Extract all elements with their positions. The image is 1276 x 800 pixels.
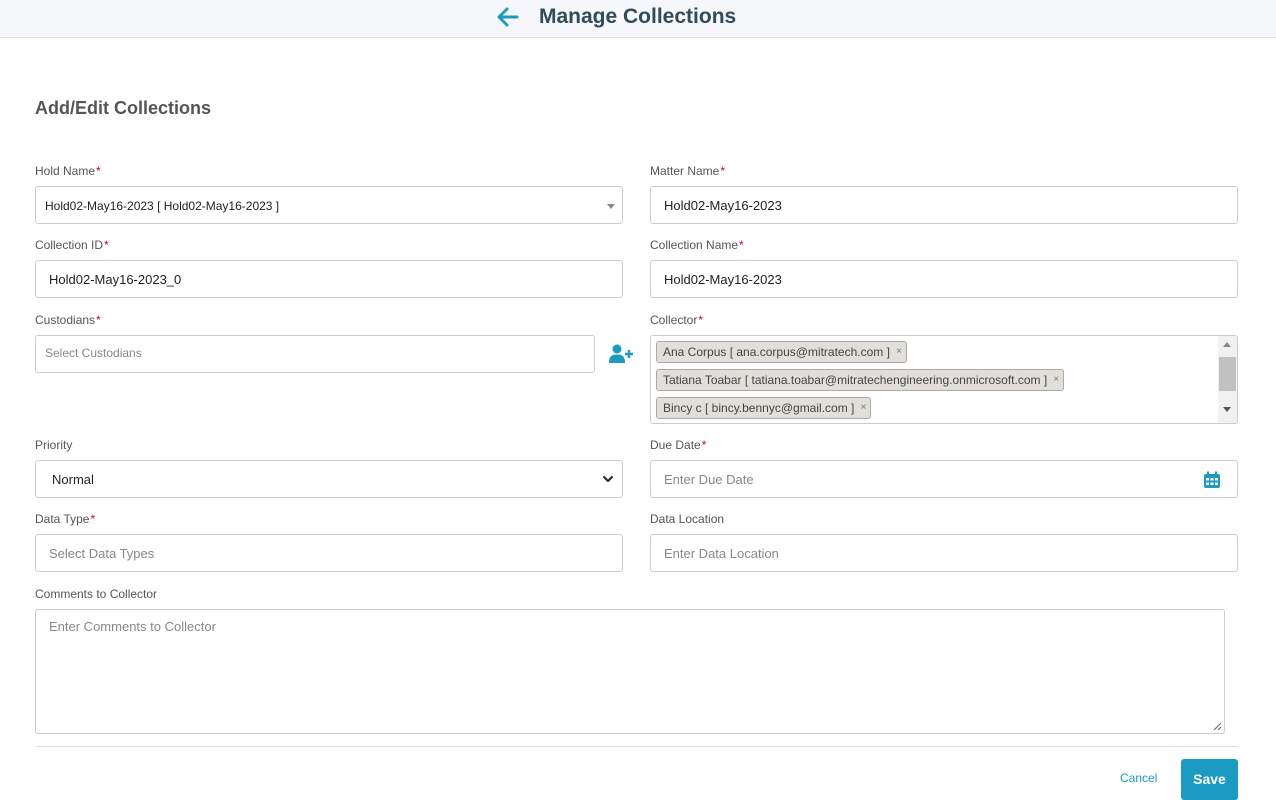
scroll-thumb[interactable] <box>1219 357 1236 391</box>
data-location-placeholder: Enter Data Location <box>664 546 779 561</box>
priority-value: Normal <box>52 472 94 487</box>
scroll-up-icon[interactable] <box>1223 342 1231 347</box>
chip-label: Ana Corpus [ ana.corpus@mitratech.com ] <box>663 345 890 359</box>
matter-name-label: Matter Name* <box>650 164 726 178</box>
collector-multiselect[interactable]: Ana Corpus [ ana.corpus@mitratech.com ] … <box>650 335 1238 424</box>
data-type-placeholder: Select Data Types <box>49 546 155 561</box>
comments-textarea[interactable]: Enter Comments to Collector <box>35 609 1225 734</box>
chip-label: Tatiana Toabar [ tatiana.toabar@mitratec… <box>663 373 1048 387</box>
data-type-label: Data Type* <box>35 512 96 526</box>
custodians-placeholder: Select Custodians <box>45 346 142 360</box>
cancel-button[interactable]: Cancel <box>1120 771 1157 785</box>
page-title: Manage Collections <box>539 5 737 28</box>
hold-name-value: Hold02-May16-2023 [ Hold02-May16-2023 ] <box>45 199 280 213</box>
priority-label: Priority <box>35 438 73 452</box>
chevron-down-icon <box>603 476 613 482</box>
collector-scrollbar[interactable] <box>1218 336 1237 423</box>
custodians-select[interactable]: Select Custodians <box>35 335 595 373</box>
custodians-label: Custodians* <box>35 313 101 327</box>
data-location-field[interactable]: Enter Data Location <box>650 534 1238 572</box>
comments-placeholder: Enter Comments to Collector <box>49 619 216 634</box>
chip-remove-icon[interactable]: × <box>861 398 867 418</box>
chip-remove-icon[interactable]: × <box>896 342 902 362</box>
matter-name-field[interactable]: Hold02-May16-2023 <box>650 186 1238 224</box>
collector-chip: Bincy c [ bincy.bennyc@gmail.com ] × <box>656 397 872 419</box>
chip-remove-icon[interactable]: × <box>1053 370 1059 390</box>
collector-chip: Tatiana Toabar [ tatiana.toabar@mitratec… <box>656 369 1065 391</box>
priority-select[interactable]: Normal <box>35 460 623 498</box>
collection-name-field[interactable]: Hold02-May16-2023 <box>650 260 1238 298</box>
collection-name-value: Hold02-May16-2023 <box>664 272 782 287</box>
collection-name-label: Collection Name* <box>650 238 744 252</box>
form-title: Add/Edit Collections <box>35 98 212 118</box>
collection-id-field[interactable]: Hold02-May16-2023_0 <box>35 260 623 298</box>
data-type-select[interactable]: Select Data Types <box>35 534 623 572</box>
collector-chip: Ana Corpus [ ana.corpus@mitratech.com ] … <box>656 341 907 363</box>
collection-id-value: Hold02-May16-2023_0 <box>49 272 182 287</box>
resize-handle-icon[interactable] <box>1212 721 1222 731</box>
due-date-field[interactable]: Enter Due Date <box>650 460 1238 498</box>
due-date-label: Due Date* <box>650 438 707 452</box>
hold-name-select[interactable]: Hold02-May16-2023 [ Hold02-May16-2023 ] <box>35 186 623 224</box>
collector-label: Collector* <box>650 313 704 327</box>
scroll-down-icon[interactable] <box>1223 407 1231 412</box>
due-date-placeholder: Enter Due Date <box>664 472 754 487</box>
top-bar: Manage Collections <box>0 0 1276 38</box>
chip-label: Bincy c [ bincy.bennyc@gmail.com ] <box>663 401 855 415</box>
hold-name-label: Hold Name* <box>35 164 101 178</box>
collection-id-label: Collection ID* <box>35 238 109 252</box>
matter-name-value: Hold02-May16-2023 <box>664 198 782 213</box>
comments-label: Comments to Collector <box>35 587 158 601</box>
add-user-icon[interactable] <box>609 344 633 364</box>
arrow-left-icon[interactable] <box>495 6 519 28</box>
save-button[interactable]: Save <box>1181 759 1238 800</box>
form-divider <box>35 746 1238 747</box>
caret-down-icon <box>607 204 615 209</box>
calendar-icon[interactable] <box>1203 471 1221 489</box>
data-location-label: Data Location <box>650 512 725 526</box>
